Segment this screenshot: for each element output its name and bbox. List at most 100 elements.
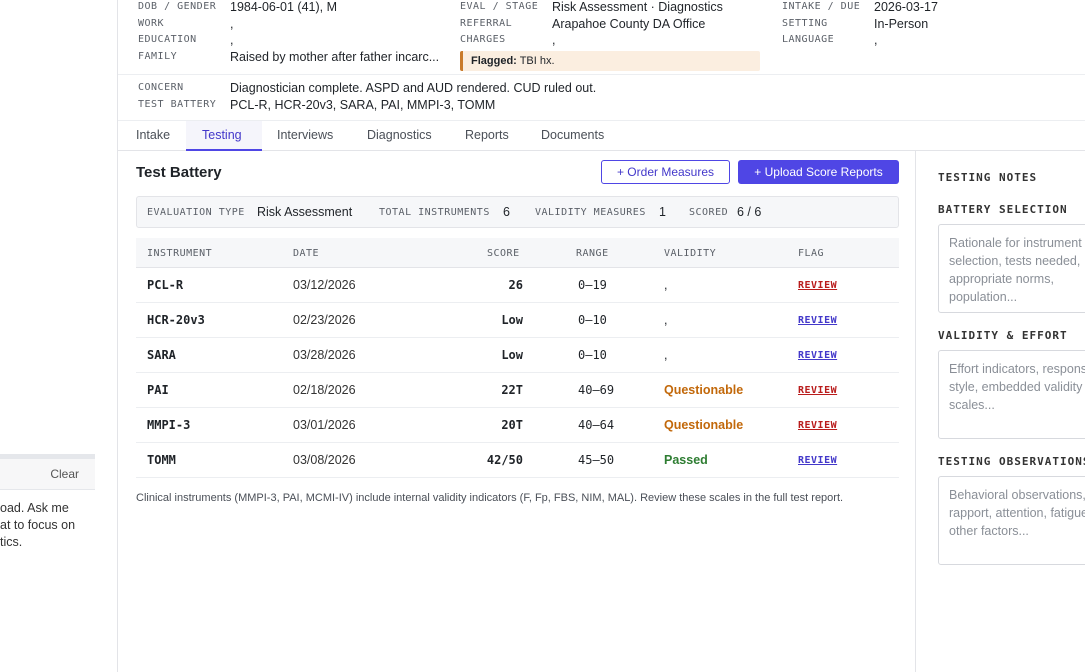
validity-measures-label: VALIDITY MEASURES <box>535 207 646 218</box>
table-row: HCR-20v3 02/23/2026 Low 0–10, REVIEW <box>136 303 899 338</box>
score-cell: Low <box>501 313 523 327</box>
concern-value: Diagnostician complete. ASPD and AUD ren… <box>230 81 597 95</box>
family-value: Raised by mother after father incarc... <box>230 50 440 64</box>
charges-value: , <box>552 33 556 47</box>
order-measures-button[interactable]: + Order Measures <box>601 160 730 184</box>
charges-label: CHARGES <box>460 34 506 45</box>
testing-observations-heading: TESTING OBSERVATIONS <box>938 455 1085 468</box>
test-battery-value: PCL-R, HCR-20v3, SARA, PAI, MMPI-3, TOMM <box>230 98 496 112</box>
setting-label: SETTING <box>782 18 828 29</box>
testing-observations-textarea[interactable]: Behavioral observations, rapport, attent… <box>938 476 1085 565</box>
instrument-cell: SARA <box>147 348 176 362</box>
assistant-message-line: tics. <box>0 535 23 549</box>
test-battery-label: TEST BATTERY <box>138 99 217 110</box>
score-cell: 22T <box>501 383 523 397</box>
col-flag: FLAG <box>798 248 825 259</box>
range-cell: 40–69 <box>578 383 615 397</box>
case-header: DOB / GENDER 1984-06-01 (41), M WORK , E… <box>118 0 1085 120</box>
validity-cell: Questionable <box>664 418 744 432</box>
validity-effort-heading: VALIDITY & EFFORT <box>938 329 1068 342</box>
validity-cell: Passed <box>664 453 708 467</box>
assistant-header: Clear <box>0 459 95 490</box>
tab-interviews[interactable]: Interviews <box>261 121 349 151</box>
battery-selection-heading: BATTERY SELECTION <box>938 203 1068 216</box>
review-link[interactable]: REVIEW <box>798 420 837 431</box>
instrument-cell: HCR-20v3 <box>147 313 205 327</box>
validity-effort-textarea[interactable]: Effort indicators, response style, embed… <box>938 350 1085 439</box>
date-cell: 03/08/2026 <box>293 453 356 467</box>
date-cell: 02/23/2026 <box>293 313 356 327</box>
eval-type-label: EVALUATION TYPE <box>147 207 245 218</box>
instrument-cell: MMPI-3 <box>147 418 191 432</box>
upload-score-reports-button[interactable]: + Upload Score Reports <box>738 160 899 184</box>
instrument-cell: PAI <box>147 383 169 397</box>
date-cell: 03/01/2026 <box>293 418 356 432</box>
col-validity: VALIDITY <box>664 248 717 259</box>
range-cell: 45–50 <box>578 453 615 467</box>
intake-due-value: 2026-03-17 <box>874 0 938 14</box>
language-value: , <box>874 33 878 47</box>
validity-cell: , <box>664 313 668 327</box>
battery-selection-textarea[interactable]: Rationale for instrument selection, test… <box>938 224 1085 313</box>
flag-label: Flagged: <box>471 55 517 67</box>
date-cell: 03/12/2026 <box>293 278 356 292</box>
eval-stage-label: EVAL / STAGE <box>460 1 539 12</box>
date-cell: 03/28/2026 <box>293 348 356 362</box>
tab-documents[interactable]: Documents <box>525 121 620 151</box>
battery-summary: EVALUATION TYPE Risk Assessment TOTAL IN… <box>136 196 899 228</box>
total-instruments-label: TOTAL INSTRUMENTS <box>379 207 490 218</box>
scored-label: SCORED <box>689 207 729 218</box>
tab-reports[interactable]: Reports <box>449 121 525 151</box>
review-link[interactable]: REVIEW <box>798 315 837 326</box>
score-cell: 42/50 <box>486 453 523 467</box>
work-label: WORK <box>138 18 165 29</box>
review-link[interactable]: REVIEW <box>798 350 837 361</box>
referral-label: REFERRAL <box>460 18 513 29</box>
score-cell: 20T <box>501 418 523 432</box>
header-divider <box>118 74 1085 75</box>
concern-label: CONCERN <box>138 82 184 93</box>
review-link[interactable]: REVIEW <box>798 385 837 396</box>
work-value: , <box>230 17 234 31</box>
tab-diagnostics[interactable]: Diagnostics <box>351 121 448 151</box>
review-link[interactable]: REVIEW <box>798 280 837 291</box>
testing-notes-panel: TESTING NOTES BATTERY SELECTION Rational… <box>916 151 1085 672</box>
dob-gender-value: 1984-06-01 (41), M <box>230 0 338 14</box>
testing-panel: Test Battery + Order Measures + Upload S… <box>118 151 915 672</box>
notes-heading: TESTING NOTES <box>938 171 1038 184</box>
validity-cell: Questionable <box>664 383 744 397</box>
table-row: PCL-R 03/12/2026 26 0–19, REVIEW <box>136 268 899 303</box>
validity-measures-value: 1 <box>659 205 666 219</box>
intake-due-label: INTAKE / DUE <box>782 1 861 12</box>
education-label: EDUCATION <box>138 34 197 45</box>
instrument-cell: TOMM <box>147 453 176 467</box>
range-cell: 0–10 <box>578 348 607 362</box>
tab-intake[interactable]: Intake <box>120 121 186 151</box>
language-label: LANGUAGE <box>782 34 835 45</box>
education-value: , <box>230 33 234 47</box>
col-date: DATE <box>293 248 320 259</box>
col-score: SCORE <box>487 248 520 259</box>
setting-value: In-Person <box>874 17 929 31</box>
page-title: Test Battery <box>136 164 222 181</box>
score-cell: 26 <box>508 278 523 292</box>
col-range: RANGE <box>576 248 609 259</box>
validity-cell: , <box>664 278 668 292</box>
range-cell: 40–64 <box>578 418 615 432</box>
score-cell: Low <box>501 348 523 362</box>
scored-value: 6 / 6 <box>737 205 762 219</box>
dob-gender-label: DOB / GENDER <box>138 1 217 12</box>
tab-testing[interactable]: Testing <box>186 121 262 151</box>
col-instrument: INSTRUMENT <box>147 248 213 259</box>
validity-footnote: Clinical instruments (MMPI-3, PAI, MCMI-… <box>136 492 844 504</box>
assistant-message-line: oad. Ask me <box>0 501 69 515</box>
table-row: PAI 02/18/2026 22T 40–69 Questionable REVIEW <box>136 373 899 408</box>
range-cell: 0–19 <box>578 278 607 292</box>
table-row: MMPI-3 03/01/2026 20T 40–64 Questionable REVI… <box>136 408 899 443</box>
review-link[interactable]: REVIEW <box>798 455 837 466</box>
clear-button[interactable]: Clear <box>50 467 79 481</box>
assistant-message-line: at to focus on <box>0 518 76 532</box>
flag-banner: Flagged: TBI hx. <box>460 51 760 71</box>
assistant-message: oad. Ask me at to focus on tics. <box>0 500 95 551</box>
table-row: SARA 03/28/2026 Low 0–10, REVIEW <box>136 338 899 373</box>
